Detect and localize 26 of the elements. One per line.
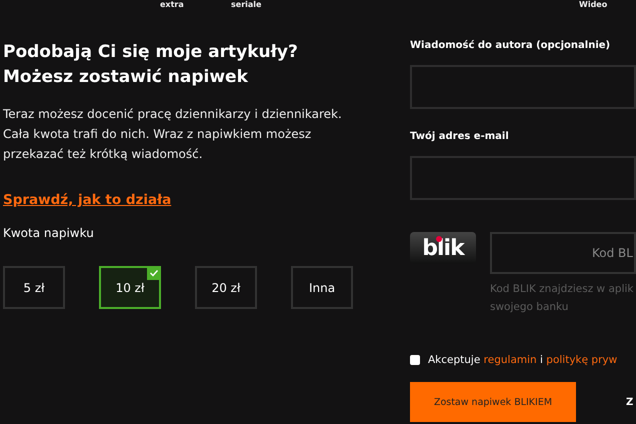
submit-button[interactable]: Zostaw napiwek BLIKIEM [410,382,576,422]
amount-option[interactable]: 10 zł [99,266,161,309]
amount-option[interactable]: Inna [291,266,353,309]
amount-option[interactable]: 5 zł [3,266,65,309]
email-label: Twój adres e-mail [410,131,509,142]
message-label: Wiadomość do autora (opcjonalnie) [410,40,610,51]
how-it-works-link[interactable]: Sprawdź, jak to działa [3,192,172,208]
heading: Podobają Ci się moje artykuły? [3,41,299,64]
nav-link[interactable]: seriale [231,0,262,9]
message-field[interactable] [410,65,636,109]
email-field[interactable] [410,156,636,200]
amount-label: Kwota napiwku [3,226,94,240]
secondary-button[interactable]: Z [626,396,634,408]
intro-text: Teraz możesz docenić pracę dziennikarzy i dziennikarek. Cała kwota trafi do nich. Wraz z napiwkiem możesz przekazać też krótką wiadomość. [3,106,343,163]
heading: Możesz zostawić napiwek [3,66,249,89]
blik-hint: Kod BLIK znajdziesz w aplik swojego banku [490,282,634,315]
nav-link[interactable]: extra [160,0,184,9]
nav-link[interactable]: Wideo [579,0,608,9]
terms-checkbox[interactable] [410,355,420,365]
blik-logo: blik [410,232,476,264]
terms-link[interactable]: regulamin [484,354,537,366]
terms-text: Akceptuje regulamin i politykę pryw [428,354,618,366]
check-icon [147,266,161,280]
privacy-link[interactable]: politykę pryw [546,354,618,366]
amount-option[interactable]: 20 zł [195,266,257,309]
blik-code-field[interactable]: Kod BL [490,232,636,274]
